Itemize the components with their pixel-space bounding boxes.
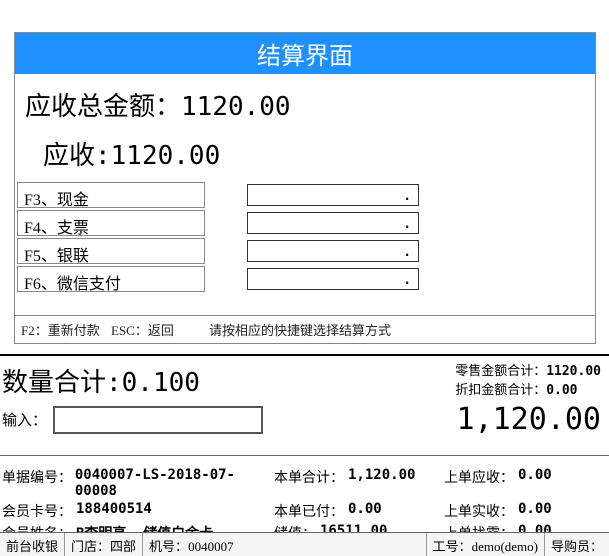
hint-esc: ESC：返回 (111, 320, 209, 339)
status-store-label: 门店： (71, 539, 110, 554)
pay-row-unionpay: F5、银联 . (17, 238, 595, 264)
hint-prompt: 请按相应的快捷键选择结算方式 (209, 320, 589, 339)
last-due-label: 上单应收： (444, 467, 518, 499)
status-guide-label: 导购员： (551, 539, 603, 554)
pay-input-cheque[interactable]: . (247, 212, 419, 234)
total-due-label: 应收总金额： (25, 92, 181, 122)
last-due-value: 0.00 (518, 467, 552, 499)
status-guide: 导购员： (545, 533, 609, 556)
total-due-value: 1120.00 (181, 92, 291, 122)
this-paid-label: 本单已付： (274, 501, 348, 521)
pay-label-unionpay: F5、银联 (17, 238, 205, 264)
input-row: 输入： 1,120.00 (0, 400, 609, 443)
last-actual-label: 上单实收： (444, 501, 518, 521)
total-due-row: 应收总金额：1120.00 (15, 74, 595, 127)
status-emp-label: 工号： (433, 539, 472, 554)
pay-row-cheque: F4、支票 . (17, 210, 595, 236)
discount-total-label: 折扣金额合计： (455, 383, 546, 398)
qty-label: 数量合计: (2, 368, 122, 398)
pay-label-cash: F3、现金 (17, 182, 205, 208)
pay-input-wechat[interactable]: . (247, 268, 419, 290)
discount-total-value: 0.00 (546, 383, 577, 398)
status-store-value: 四部 (110, 539, 136, 554)
qty-total: 数量合计:0.100 (0, 362, 200, 399)
hint-repay: F2：重新付款 (21, 320, 111, 339)
this-paid-value: 0.00 (348, 501, 382, 521)
divider (0, 455, 609, 456)
status-bar: 前台收银 门店：四部 机号：0040007 工号：demo(demo) 导购员： (0, 532, 609, 556)
retail-total-label: 零售金额合计： (455, 364, 546, 379)
member-card-value: 188400514 (76, 501, 152, 521)
pay-row-wechat: F6、微信支付 . (17, 266, 595, 292)
status-terminal-value: 0040007 (188, 539, 234, 554)
due-label: 应收: (43, 141, 111, 171)
status-terminal: 机号：0040007 (143, 533, 427, 556)
input-label: 输入： (2, 409, 47, 430)
pay-label-cheque: F4、支票 (17, 210, 205, 236)
status-store: 门店：四部 (65, 533, 143, 556)
due-row: 应收:1120.00 (15, 127, 595, 182)
pay-label-wechat: F6、微信支付 (17, 266, 205, 292)
settlement-panel: 结算界面 应收总金额：1120.00 应收:1120.00 F3、现金 . F4… (14, 32, 596, 344)
this-total-value: 1,120.00 (348, 467, 415, 499)
order-no-value: 0040007-LS-2018-07-00008 (75, 467, 274, 499)
grand-total: 1,120.00 (457, 402, 602, 437)
pay-row-cash: F3、现金 . (17, 182, 595, 208)
status-emp: 工号：demo(demo) (427, 533, 545, 556)
status-emp-value: demo(demo) (472, 539, 538, 554)
member-card-label: 会员卡号： (2, 501, 76, 521)
payment-methods: F3、现金 . F4、支票 . F5、银联 . F6、微信支付 . (15, 182, 595, 292)
right-totals: 零售金额合计：1120.00 折扣金额合计：0.00 (455, 360, 601, 398)
order-no-label: 单据编号： (2, 467, 75, 499)
panel-title: 结算界面 (15, 33, 595, 74)
qty-value: 0.100 (122, 368, 200, 398)
last-actual-value: 0.00 (518, 501, 552, 521)
main-input[interactable] (53, 406, 263, 434)
pay-input-unionpay[interactable]: . (247, 240, 419, 262)
pay-input-cash[interactable]: . (247, 184, 419, 206)
status-terminal-label: 机号： (149, 539, 188, 554)
due-value: 1120.00 (111, 141, 221, 171)
retail-total-value: 1120.00 (546, 364, 601, 379)
status-pos: 前台收银 (0, 533, 65, 556)
panel-footer: F2：重新付款 ESC：返回 请按相应的快捷键选择结算方式 (15, 315, 595, 343)
this-total-label: 本单合计： (274, 467, 348, 499)
